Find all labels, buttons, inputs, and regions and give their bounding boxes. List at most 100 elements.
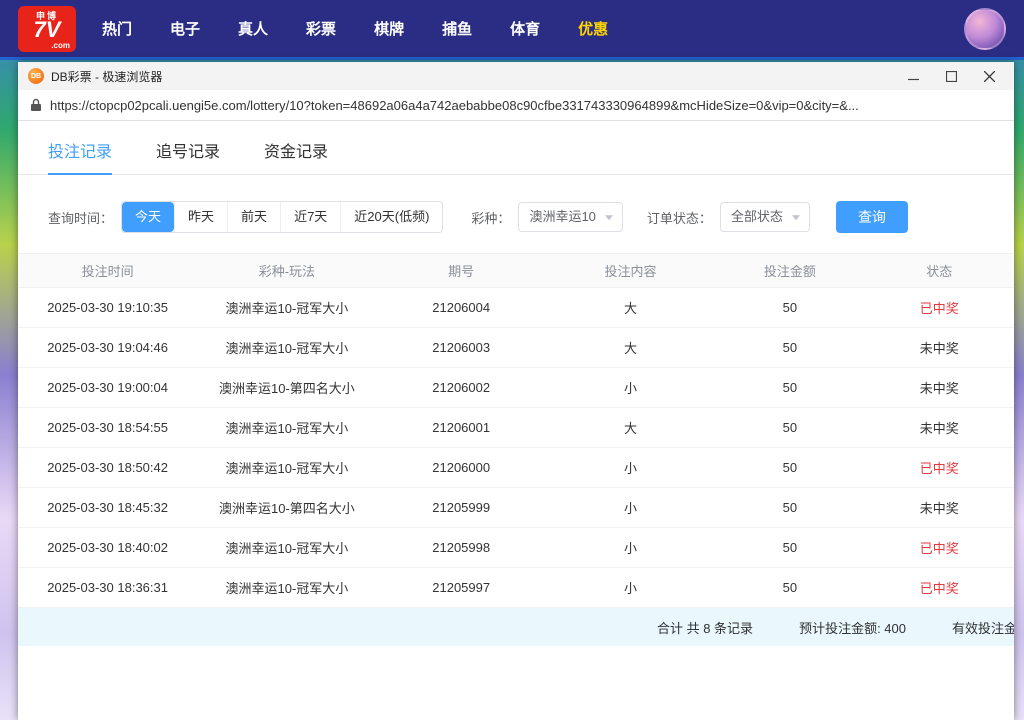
cell-content: 小: [546, 488, 715, 528]
cell-amount: 50: [715, 368, 864, 408]
window-title: DB彩票 - 极速浏览器: [51, 68, 162, 85]
lottery-record-page: 投注记录追号记录资金记录 查询时间： 今天昨天前天近7天近20天(低频) 彩种：…: [18, 121, 1014, 720]
column-header-amount: 投注金额: [715, 254, 864, 288]
bet-record-table: 投注时间 彩种-玩法 期号 投注内容 投注金额 状态 2025-03-30 19…: [18, 253, 1014, 608]
record-tabs: 投注记录追号记录资金记录: [18, 125, 1014, 175]
user-avatar[interactable]: [964, 8, 1006, 50]
nav-item[interactable]: 电子: [170, 18, 200, 39]
nav-item[interactable]: 体育: [510, 18, 540, 39]
cell-game: 澳洲幸运10-第四名大小: [197, 368, 376, 408]
cell-game: 澳洲幸运10-冠军大小: [197, 448, 376, 488]
cell-status: 未中奖: [865, 408, 1014, 448]
lottery-select-value: 澳洲幸运10: [529, 209, 595, 224]
cell-bet-time: 2025-03-30 19:04:46: [18, 328, 197, 368]
cell-issue: 21206000: [377, 448, 546, 488]
summary-bar: 合计 共 8 条记录 预计投注金额: 400 有效投注金额: [18, 608, 1014, 646]
time-filter-option[interactable]: 今天: [122, 202, 174, 232]
nav-item[interactable]: 热门: [102, 18, 132, 39]
table-row: 2025-03-30 19:04:46 澳洲幸运10-冠军大小 21206003…: [18, 328, 1014, 368]
browser-title-bar[interactable]: DB DB彩票 - 极速浏览器: [18, 62, 1014, 90]
cell-issue: 21206004: [377, 288, 546, 328]
cell-content: 小: [546, 448, 715, 488]
minimize-button[interactable]: [894, 62, 932, 90]
tab[interactable]: 追号记录: [156, 125, 220, 174]
cell-game: 澳洲幸运10-第四名大小: [197, 488, 376, 528]
site-favicon-icon: DB: [28, 68, 44, 84]
summary-valid-amount: 有效投注金额: [952, 618, 1014, 637]
cell-content: 大: [546, 288, 715, 328]
site-navbar: 申博 7V .com 热门 电子 真人 彩票 棋牌 捕鱼 体育 优惠: [0, 0, 1024, 60]
cell-game: 澳洲幸运10-冠军大小: [197, 328, 376, 368]
cell-content: 小: [546, 568, 715, 608]
time-filter-group: 今天昨天前天近7天近20天(低频): [121, 201, 443, 233]
cell-status: 已中奖: [865, 288, 1014, 328]
window-controls: [894, 62, 1008, 90]
cell-bet-time: 2025-03-30 19:00:04: [18, 368, 197, 408]
logo-text-suffix: .com: [51, 41, 70, 50]
time-filter-option[interactable]: 前天: [227, 202, 280, 232]
close-button[interactable]: [970, 62, 1008, 90]
cell-issue: 21206003: [377, 328, 546, 368]
cell-bet-time: 2025-03-30 18:45:32: [18, 488, 197, 528]
cell-content: 大: [546, 408, 715, 448]
cell-amount: 50: [715, 288, 864, 328]
cell-issue: 21206001: [377, 408, 546, 448]
table-row: 2025-03-30 19:00:04 澳洲幸运10-第四名大小 2120600…: [18, 368, 1014, 408]
summary-total: 合计 共 8 条记录: [657, 618, 753, 637]
table-row: 2025-03-30 18:54:55 澳洲幸运10-冠军大小 21206001…: [18, 408, 1014, 448]
table-row: 2025-03-30 19:10:35 澳洲幸运10-冠军大小 21206004…: [18, 288, 1014, 328]
cell-amount: 50: [715, 488, 864, 528]
column-header-bet-time: 投注时间: [18, 254, 197, 288]
lottery-select[interactable]: 澳洲幸运10: [518, 202, 622, 232]
column-header-issue: 期号: [377, 254, 546, 288]
cell-game: 澳洲幸运10-冠军大小: [197, 288, 376, 328]
cell-issue: 21205998: [377, 528, 546, 568]
tab[interactable]: 资金记录: [264, 125, 328, 174]
nav-item[interactable]: 彩票: [306, 18, 336, 39]
nav-item[interactable]: 优惠: [578, 18, 608, 39]
url-text: https://ctopcp02pcali.uengi5e.com/lotter…: [50, 98, 859, 113]
table-row: 2025-03-30 18:45:32 澳洲幸运10-第四名大小 2120599…: [18, 488, 1014, 528]
column-header-content: 投注内容: [546, 254, 715, 288]
chevron-down-icon: [792, 215, 800, 220]
cell-content: 小: [546, 528, 715, 568]
cell-status: 未中奖: [865, 488, 1014, 528]
order-status-value: 全部状态: [731, 209, 783, 224]
cell-status: 未中奖: [865, 328, 1014, 368]
cell-status: 已中奖: [865, 448, 1014, 488]
browser-url-bar[interactable]: https://ctopcp02pcali.uengi5e.com/lotter…: [18, 90, 1014, 121]
cell-status: 未中奖: [865, 368, 1014, 408]
nav-item[interactable]: 捕鱼: [442, 18, 472, 39]
cell-amount: 50: [715, 528, 864, 568]
nav-item[interactable]: 真人: [238, 18, 268, 39]
cell-bet-time: 2025-03-30 18:50:42: [18, 448, 197, 488]
status-filter-label: 订单状态：: [647, 208, 712, 227]
column-header-game: 彩种-玩法: [197, 254, 376, 288]
time-filter-option[interactable]: 昨天: [174, 202, 227, 232]
cell-amount: 50: [715, 448, 864, 488]
table-row: 2025-03-30 18:50:42 澳洲幸运10-冠军大小 21206000…: [18, 448, 1014, 488]
chevron-down-icon: [605, 215, 613, 220]
cell-bet-time: 2025-03-30 18:40:02: [18, 528, 197, 568]
query-button[interactable]: 查询: [836, 201, 908, 233]
cell-amount: 50: [715, 568, 864, 608]
cell-game: 澳洲幸运10-冠军大小: [197, 408, 376, 448]
time-filter-label: 查询时间：: [48, 208, 113, 227]
cell-content: 大: [546, 328, 715, 368]
cell-content: 小: [546, 368, 715, 408]
cell-bet-time: 2025-03-30 18:36:31: [18, 568, 197, 608]
time-filter-option[interactable]: 近20天(低频): [340, 202, 442, 232]
summary-expected-amount: 预计投注金额: 400: [799, 618, 906, 637]
cell-bet-time: 2025-03-30 19:10:35: [18, 288, 197, 328]
lottery-filter-label: 彩种：: [471, 208, 510, 227]
nav-item[interactable]: 棋牌: [374, 18, 404, 39]
time-filter-option[interactable]: 近7天: [280, 202, 340, 232]
maximize-button[interactable]: [932, 62, 970, 90]
column-header-status: 状态: [865, 254, 1014, 288]
cell-game: 澳洲幸运10-冠军大小: [197, 568, 376, 608]
order-status-select[interactable]: 全部状态: [720, 202, 810, 232]
cell-status: 已中奖: [865, 568, 1014, 608]
cell-issue: 21205999: [377, 488, 546, 528]
site-logo[interactable]: 申博 7V .com: [18, 6, 76, 52]
tab[interactable]: 投注记录: [48, 125, 112, 174]
